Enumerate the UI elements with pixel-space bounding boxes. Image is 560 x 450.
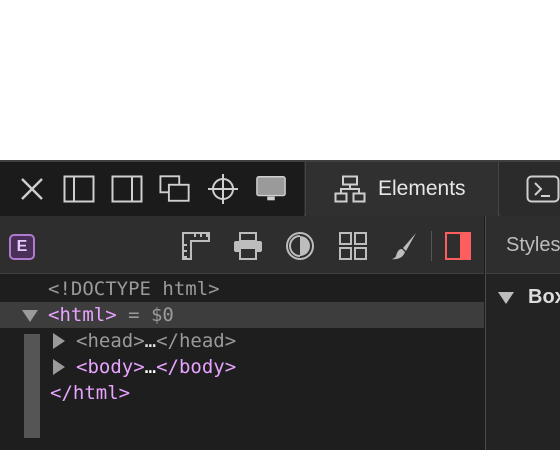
dom-row-head[interactable]: <head>…</head> [0, 328, 484, 354]
web-inspector: Elements E Styles <!DOCTYPE html> <html>… [0, 160, 560, 450]
head-close-tag: </head> [156, 330, 237, 352]
body-open-tag: <body> [76, 356, 145, 378]
body-close-tag: </body> [156, 356, 237, 378]
close-icon[interactable] [16, 172, 48, 206]
dock-left-icon[interactable] [63, 172, 95, 206]
dom-row-html-close[interactable]: </html> [0, 380, 484, 406]
appearance-icon[interactable] [283, 229, 317, 263]
undock-icon[interactable] [159, 172, 191, 206]
head-ellipsis[interactable]: … [145, 330, 156, 352]
doctype-text: <!DOCTYPE html> [48, 278, 220, 300]
tab-elements[interactable]: Elements [305, 162, 499, 216]
tab-styles[interactable]: Styles [506, 234, 560, 257]
inspect-icon[interactable] [207, 172, 239, 206]
dom-row-body[interactable]: <body>…</body> [0, 354, 484, 380]
box-model-section-label[interactable]: Box [528, 286, 560, 309]
brush-icon[interactable] [387, 229, 421, 263]
expand-caret-icon[interactable] [53, 359, 65, 375]
dom-row-html[interactable]: <html> = $0 [0, 302, 484, 328]
console-icon [526, 175, 560, 208]
toolbar-divider [431, 231, 432, 261]
head-open-tag: <head> [76, 330, 145, 352]
elements-icon [334, 175, 366, 208]
device-icon[interactable] [255, 172, 287, 206]
elements-toolbar: E [0, 216, 484, 274]
collapse-caret-icon[interactable] [22, 310, 38, 322]
ruler-icon[interactable] [179, 229, 213, 263]
sidebar-tab-header: Styles [485, 216, 560, 274]
tab-bar: Elements [0, 160, 560, 216]
selection-marker: = $0 [116, 304, 174, 326]
dock-right-icon[interactable] [111, 172, 143, 206]
grid-icon[interactable] [336, 229, 370, 263]
body-ellipsis[interactable]: … [145, 356, 156, 378]
element-badge[interactable]: E [9, 234, 35, 260]
box-section-caret-icon[interactable] [498, 292, 514, 304]
print-icon[interactable] [231, 229, 265, 263]
dom-tree: <!DOCTYPE html> <html> = $0 <head>…</hea… [0, 274, 484, 450]
html-close-tag: </html> [50, 382, 131, 404]
sidebar-toggle-icon[interactable] [441, 229, 475, 263]
window-controls [0, 162, 304, 216]
expand-caret-icon[interactable] [53, 333, 65, 349]
tab-console[interactable] [500, 162, 560, 216]
styles-sidebar: Box [485, 274, 560, 450]
tab-elements-label: Elements [378, 177, 466, 200]
html-open-tag: <html> [48, 304, 117, 326]
dom-row-doctype[interactable]: <!DOCTYPE html> [0, 276, 484, 302]
